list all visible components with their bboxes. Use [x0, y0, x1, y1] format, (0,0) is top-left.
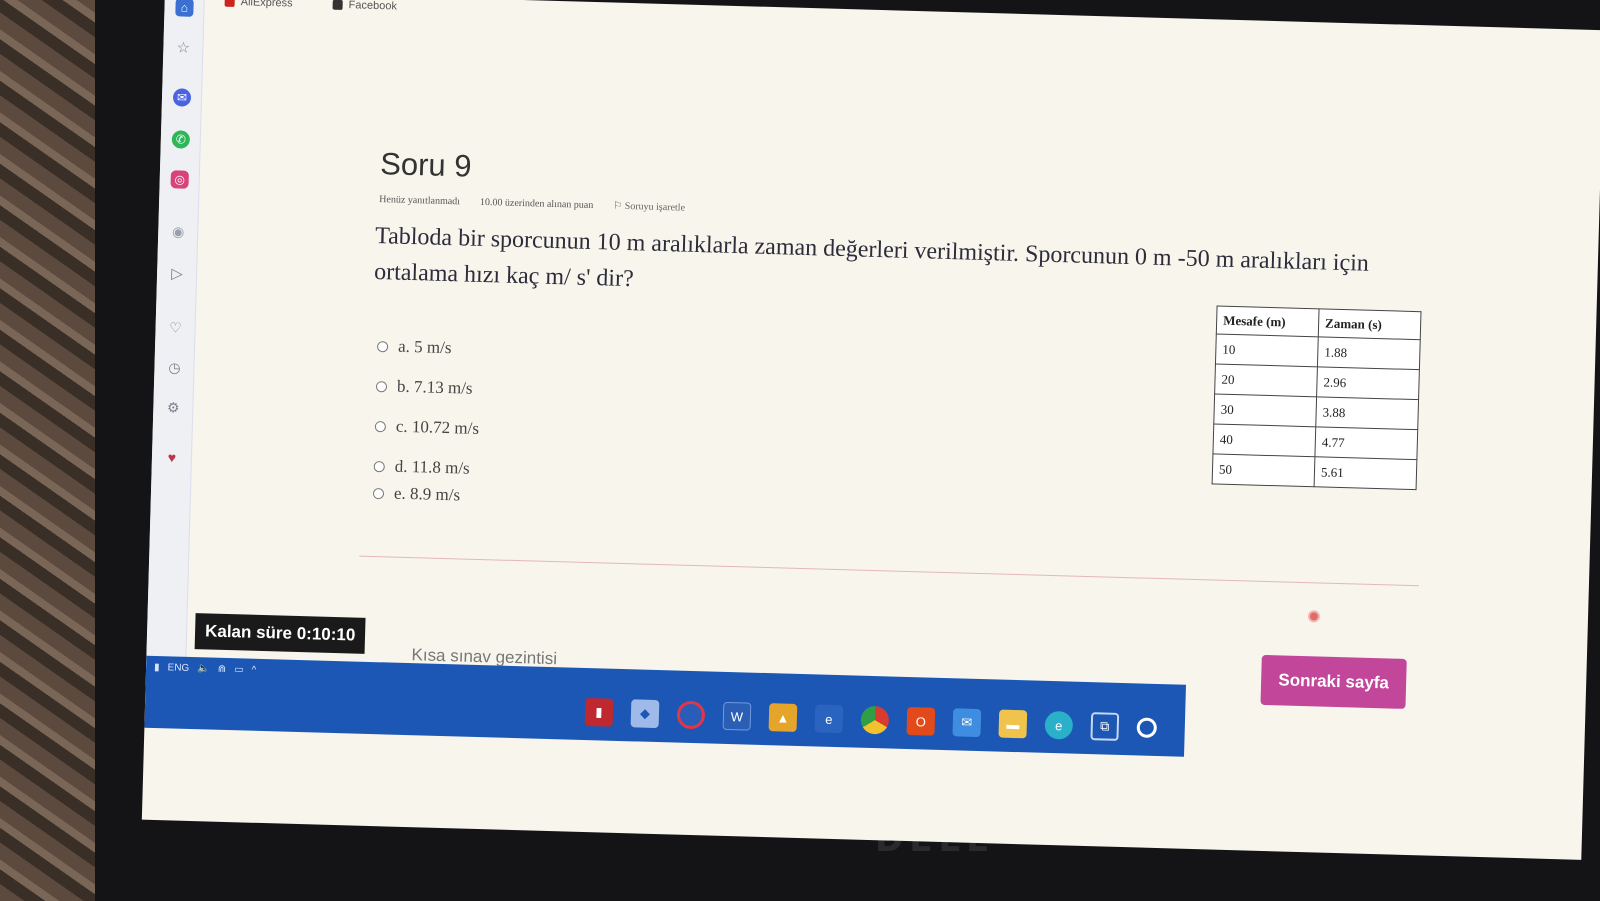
messenger-icon[interactable]: ✉ — [172, 88, 192, 107]
question-points: 10.00 üzerinden alınan puan — [479, 196, 594, 212]
option-label: c. 10.72 m/s — [395, 416, 480, 438]
cube-app-icon[interactable]: ◆ — [630, 699, 660, 729]
option-label: e. 8.9 m/s — [393, 483, 461, 505]
action-center-icon[interactable]: ▮ — [154, 662, 160, 673]
bookmarks-bar: AliExpress Facebook — [224, 0, 397, 16]
edge-icon[interactable]: e — [1044, 710, 1074, 740]
language-indicator[interactable]: ENG — [167, 662, 189, 674]
option-b[interactable]: b. 7.13 m/s — [375, 366, 480, 409]
player-icon[interactable]: ◉ — [169, 222, 187, 240]
system-tray: ▮ ENG 🔈 ⋒ ▭ ^ — [154, 662, 256, 676]
star-icon[interactable]: ☆ — [174, 38, 192, 56]
time-remaining: Kalan süre 0:10:10 — [194, 613, 366, 654]
flag-question-link[interactable]: ⚐ Soruyu işaretle — [613, 201, 685, 214]
battery-icon[interactable]: ▭ — [234, 664, 244, 675]
next-page-button[interactable]: Sonraki sayfa — [1260, 654, 1407, 709]
option-label: b. 7.13 m/s — [396, 376, 473, 398]
aliexpress-icon — [224, 0, 235, 7]
option-label: d. 11.8 m/s — [394, 456, 470, 478]
send-icon[interactable]: ▷ — [168, 264, 186, 282]
network-icon[interactable]: ⋒ — [218, 664, 227, 675]
radio-button[interactable] — [372, 487, 385, 499]
mail-icon[interactable]: ✉ — [952, 708, 982, 738]
option-e[interactable]: e. 8.9 m/s — [372, 478, 478, 511]
timer-value: 0:10:10 — [296, 623, 356, 645]
volume-icon[interactable]: 🔈 — [197, 663, 210, 674]
option-label: a. 5 m/s — [397, 336, 452, 358]
time-cell: 4.77 — [1314, 426, 1418, 460]
question-title: Soru 9 — [379, 146, 473, 184]
time-cell: 5.61 — [1314, 456, 1417, 490]
question-info: Henüz yanıtlanmadı 10.00 üzerinden alına… — [379, 194, 685, 214]
bookmark-label: AliExpress — [240, 0, 293, 10]
column-header: Mesafe (m) — [1216, 305, 1320, 337]
opera-icon[interactable] — [676, 700, 706, 730]
windows-taskbar: ▮ ENG 🔈 ⋒ ▭ ^ ▮ ◆ W ▲ e O ✉ ▬ e ⧉ — [144, 655, 1186, 757]
red-app-icon[interactable]: ▮ — [584, 698, 614, 727]
heart-icon[interactable]: ♡ — [166, 318, 184, 336]
question-status: Henüz yanıtlanmadı — [379, 194, 461, 208]
screen: ⌂ ☆ ✉ ✆ ◎ ◉ ▷ ♡ ◷ ⚙ ♥ AliExpress Faceboo… — [141, 0, 1600, 860]
distance-cell: 40 — [1212, 423, 1316, 457]
quiz-navigation-link[interactable]: Kısa sınav gezintisi — [411, 645, 557, 669]
distance-time-table: Mesafe (m) Zaman (s) 10 1.88 20 2.96 30 … — [1211, 305, 1422, 491]
pin-icon[interactable]: ♥ — [163, 448, 181, 466]
home-icon[interactable]: ⌂ — [175, 0, 194, 17]
task-view-icon[interactable]: ⧉ — [1090, 712, 1120, 741]
flag-icon: ⚐ — [613, 200, 623, 212]
answer-options: a. 5 m/s b. 7.13 m/s c. 10.72 m/s d. 11.… — [372, 326, 482, 511]
notification-icon[interactable] — [1307, 610, 1321, 623]
column-header: Zaman (s) — [1318, 308, 1422, 340]
internet-explorer-icon[interactable]: e — [814, 704, 844, 734]
section-divider — [359, 555, 1419, 587]
office-icon[interactable]: O — [906, 707, 936, 736]
gear-icon[interactable]: ⚙ — [164, 398, 182, 416]
option-c[interactable]: c. 10.72 m/s — [374, 406, 479, 449]
time-cell: 1.88 — [1317, 336, 1421, 370]
radio-button[interactable] — [374, 420, 387, 432]
time-cell: 3.88 — [1315, 396, 1419, 430]
question-text: Tabloda bir sporcunun 10 m aralıklarla z… — [373, 222, 1370, 293]
search-icon[interactable] — [1136, 717, 1158, 738]
distance-cell: 30 — [1213, 393, 1317, 427]
flag-label: Soruyu işaretle — [624, 200, 686, 214]
taskbar-apps: ▮ ◆ W ▲ e O ✉ ▬ e ⧉ — [584, 698, 1158, 742]
bookmark-facebook[interactable]: Facebook — [332, 0, 397, 16]
whatsapp-icon[interactable]: ✆ — [171, 130, 191, 149]
option-a[interactable]: a. 5 m/s — [376, 326, 482, 369]
yellow-app-icon[interactable]: ▲ — [768, 703, 798, 732]
instagram-icon[interactable]: ◎ — [170, 170, 189, 189]
history-icon[interactable]: ◷ — [165, 358, 183, 376]
timer-label: Kalan süre — [204, 621, 293, 643]
table-row: 50 5.61 — [1212, 453, 1417, 490]
word-icon[interactable]: W — [722, 701, 752, 731]
tray-expand-icon[interactable]: ^ — [251, 665, 256, 676]
radio-button[interactable] — [376, 340, 389, 352]
radio-button[interactable] — [373, 460, 385, 472]
bookmark-label: Facebook — [348, 0, 398, 13]
facebook-icon — [332, 0, 343, 10]
radio-button[interactable] — [375, 380, 388, 392]
time-cell: 2.96 — [1316, 366, 1420, 400]
file-explorer-icon[interactable]: ▬ — [998, 709, 1028, 739]
distance-cell: 20 — [1214, 363, 1318, 397]
chrome-icon[interactable] — [860, 705, 890, 735]
bookmark-aliexpress[interactable]: AliExpress — [224, 0, 293, 14]
distance-cell: 50 — [1212, 453, 1315, 487]
distance-cell: 10 — [1215, 333, 1319, 367]
